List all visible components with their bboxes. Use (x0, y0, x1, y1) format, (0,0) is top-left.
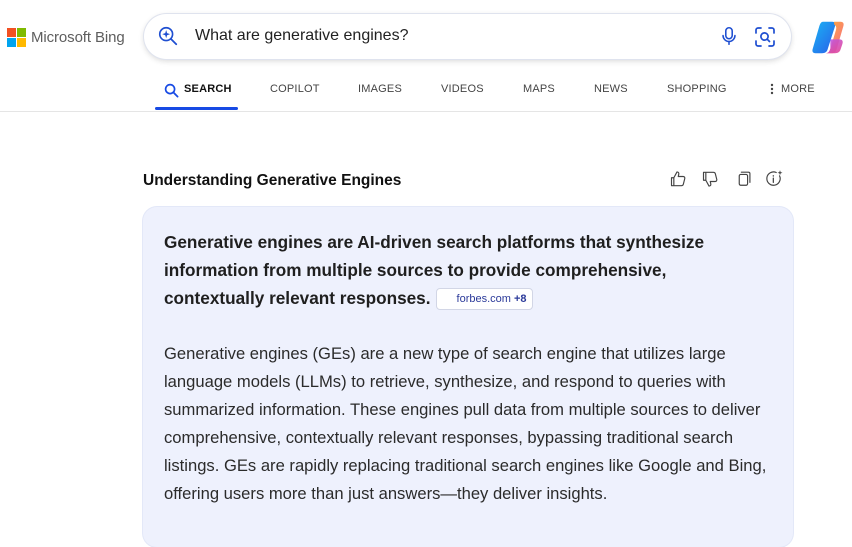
tab-copilot[interactable]: COPILOT (270, 83, 320, 95)
tab-news[interactable]: NEWS (594, 83, 628, 95)
tab-videos[interactable]: VIDEOS (441, 83, 484, 95)
search-box[interactable]: What are generative engines? (144, 14, 791, 59)
more-vertical-icon[interactable] (769, 83, 775, 95)
nav-tabs: SEARCH COPILOT IMAGES VIDEOS MAPS NEWS S… (0, 72, 852, 112)
tab-shopping[interactable]: SHOPPING (667, 83, 727, 95)
tab-images[interactable]: IMAGES (358, 83, 402, 95)
tab-search[interactable]: SEARCH (184, 83, 232, 95)
citation-more-count: +8 (514, 293, 527, 305)
microsoft-logo-icon (7, 28, 26, 47)
citation-source: forbes.com (456, 293, 511, 305)
answer-card: Generative engines are AI-driven search … (143, 207, 793, 547)
search-input[interactable]: What are generative engines? (195, 27, 408, 45)
tab-more[interactable]: MORE (781, 83, 815, 95)
visual-search-icon[interactable] (753, 25, 777, 49)
sparkle-info-icon[interactable] (765, 169, 785, 189)
answer-summary: Generative engines are AI-driven search … (164, 228, 764, 312)
search-icon (164, 83, 179, 98)
answer-heading: Understanding Generative Engines (143, 172, 402, 189)
active-tab-indicator (155, 107, 238, 110)
citation-chip[interactable]: forbes.com +8 (435, 288, 533, 310)
copy-icon[interactable] (733, 169, 753, 189)
bing-logo[interactable]: Microsoft Bing (7, 28, 125, 47)
copilot-logo-icon[interactable] (810, 19, 847, 56)
summary-text: Generative engines are AI-driven search … (164, 232, 705, 308)
thumbs-up-icon[interactable] (668, 169, 688, 189)
microphone-icon[interactable] (718, 25, 740, 47)
copilot-search-icon[interactable] (157, 25, 179, 47)
answer-detail: Generative engines (GEs) are a new type … (164, 344, 767, 503)
tab-maps[interactable]: MAPS (523, 83, 555, 95)
thumbs-down-icon[interactable] (700, 169, 720, 189)
logo-text: Microsoft Bing (31, 29, 125, 46)
